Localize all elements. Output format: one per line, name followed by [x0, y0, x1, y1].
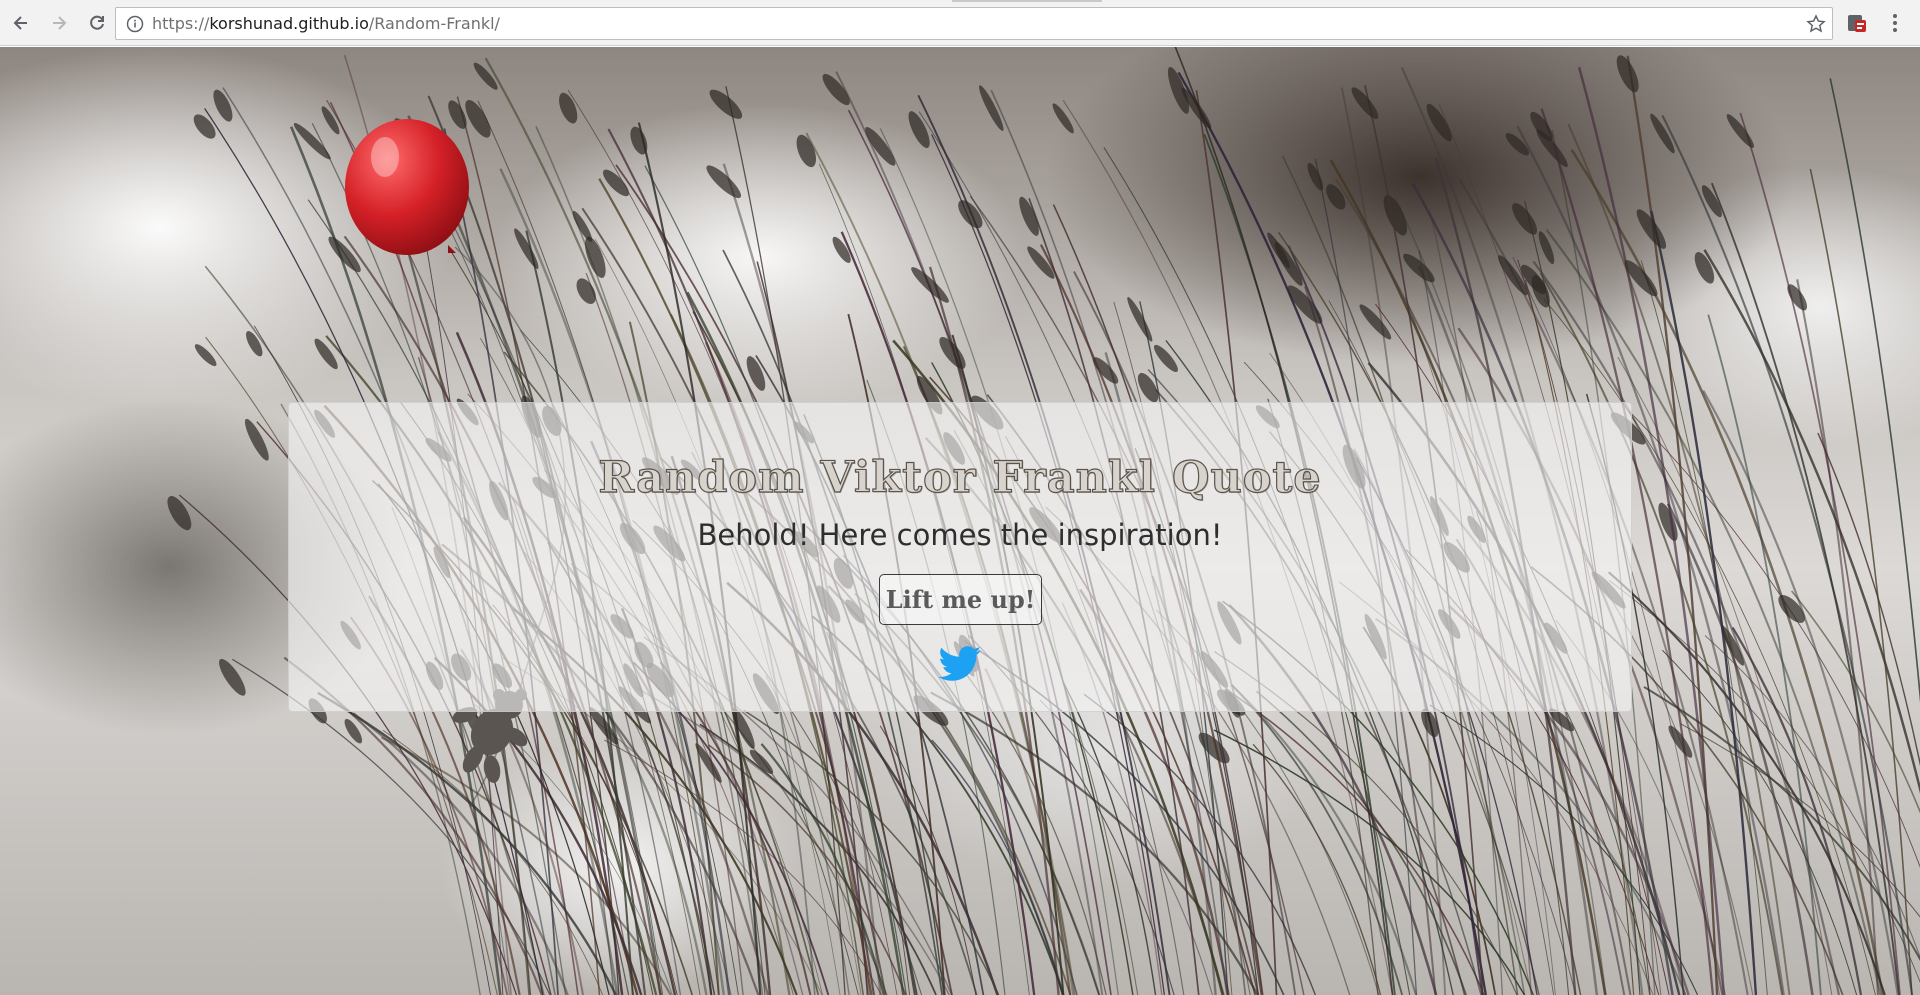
tab-indicator	[952, 0, 1102, 2]
url-path: /Random-Frankl/	[368, 14, 500, 33]
arrow-right-icon	[53, 15, 67, 30]
kebab-menu-icon[interactable]	[1886, 11, 1904, 35]
quote-card: Random Viktor Frankl Quote Behold! Here …	[288, 402, 1632, 712]
url-host: korshunad.github.io	[209, 14, 369, 33]
quote-text: Behold! Here comes the inspiration!	[697, 518, 1223, 552]
red-balloon-image	[345, 119, 469, 255]
page-title: Random Viktor Frankl Quote	[598, 452, 1322, 503]
url-text: https://korshunad.github.io/Random-Frank…	[152, 14, 500, 33]
forward-button[interactable]	[42, 6, 76, 40]
lift-me-up-button[interactable]: Lift me up!	[879, 574, 1042, 625]
twitter-bird-icon[interactable]	[938, 646, 982, 682]
arrow-left-icon	[13, 15, 27, 30]
bookmark-star-icon[interactable]	[1806, 14, 1826, 34]
url-prefix: https://	[152, 14, 210, 33]
browser-toolbar: https://korshunad.github.io/Random-Frank…	[0, 0, 1920, 46]
info-icon[interactable]	[126, 15, 144, 33]
back-button[interactable]	[4, 6, 38, 40]
page-background: Random Viktor Frankl Quote Behold! Here …	[0, 47, 1920, 995]
reload-icon	[90, 15, 104, 30]
address-bar[interactable]: https://korshunad.github.io/Random-Frank…	[115, 7, 1833, 40]
reload-button[interactable]	[80, 6, 114, 40]
extension-icon[interactable]	[1846, 12, 1868, 34]
